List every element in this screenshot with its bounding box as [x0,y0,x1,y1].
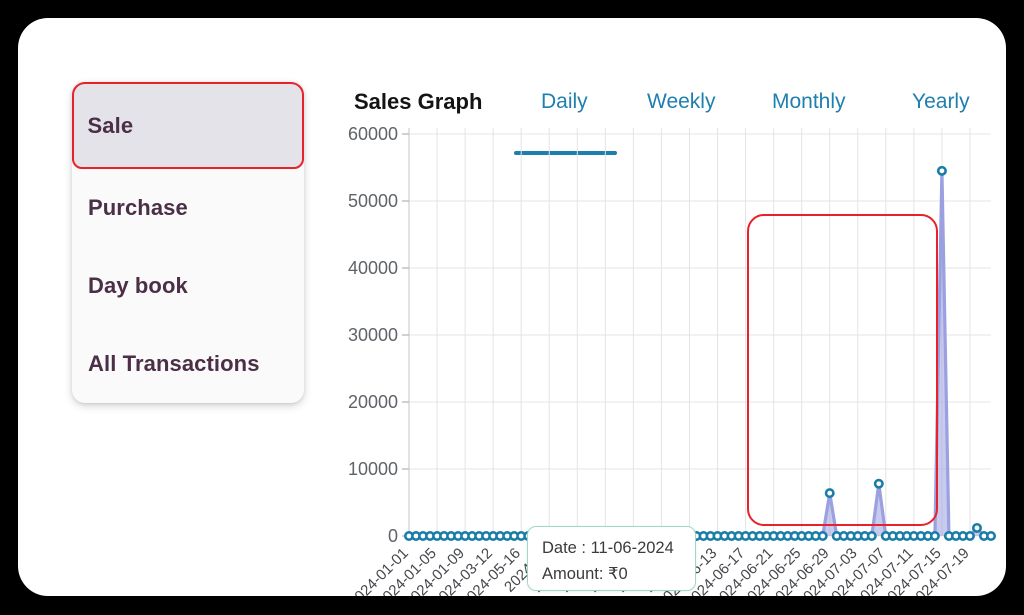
y-axis-tick-label: 10000 [348,459,398,479]
tab-weekly[interactable]: Weekly [647,90,715,114]
chart-data-markers [404,165,996,541]
page-title: Sales Graph [354,89,483,114]
y-axis-tick-label: 30000 [348,325,398,345]
y-axis-tick-label: 60000 [348,126,398,144]
chart-data-point [985,530,996,541]
sales-line-chart: 0 10000 20000 30000 40000 50000 60000 2024-01-… [336,126,1006,596]
chart-line-path [407,169,993,538]
menu-item-purchase[interactable]: Purchase [72,169,304,247]
y-axis-labels: 0 10000 20000 30000 40000 50000 60000 [348,126,398,546]
chart-data-point [824,488,835,499]
y-axis-tick-label: 40000 [348,258,398,278]
menu-item-sale[interactable]: Sale [72,82,304,169]
chart-data-point [873,478,884,489]
tooltip-amount: Amount: ₹0 [542,565,628,583]
chart-data-point [964,530,975,541]
chart-gridlines [408,128,991,537]
chart-data-point [971,522,982,533]
tab-daily[interactable]: Daily [541,90,588,114]
y-axis-tick-label: 20000 [348,392,398,412]
tab-yearly[interactable]: Yearly [912,90,970,114]
menu-item-all-transactions-label: All Transactions [88,351,260,376]
chart-tabs-row: Sales Graph Daily Weekly Monthly Yearly [354,84,994,155]
chart-line-fill [409,170,991,536]
y-axis-tick-label: 50000 [348,191,398,211]
chart-data-point [817,530,828,541]
screenshot-root: Sale Purchase Day book All Transactions … [0,0,1024,615]
chart-area-fill [409,170,991,536]
y-axis-tick-label: 0 [388,526,398,546]
chart-data-point [936,165,947,176]
menu-item-purchase-label: Purchase [88,195,188,220]
menu-item-sale-label: Sale [87,112,134,138]
sales-graph-panel: Sales Graph Daily Weekly Monthly Yearly … [336,66,1006,606]
chart-data-point [929,530,940,541]
y-axis-ticks [402,133,409,537]
menu-item-all-transactions[interactable]: All Transactions [72,325,304,403]
chart-line [407,169,993,538]
tab-monthly[interactable]: Monthly [772,90,846,114]
chart-data-point [866,530,877,541]
transaction-type-menu: Sale Purchase Day book All Transactions [72,82,304,403]
menu-item-day-book-label: Day book [88,273,188,298]
chart-tooltip: Date : 11-06-2024 Amount: ₹0 [527,526,696,591]
menu-item-day-book[interactable]: Day book [72,247,304,325]
tooltip-date: Date : 11-06-2024 [542,539,674,557]
app-card: Sale Purchase Day book All Transactions … [18,18,1006,596]
